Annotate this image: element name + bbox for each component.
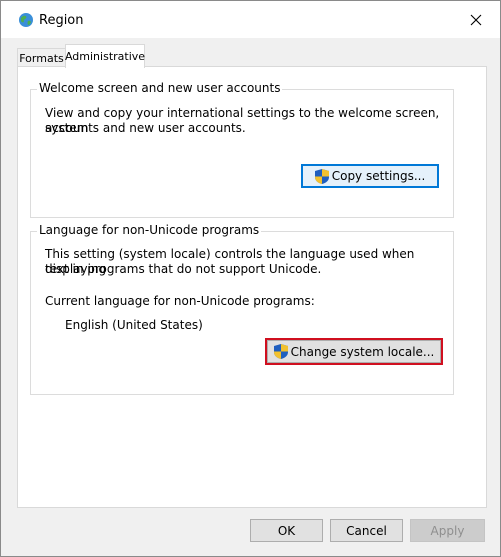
globe-icon: [18, 12, 34, 28]
copy-settings-button[interactable]: Copy settings...: [301, 164, 439, 188]
apply-button[interactable]: Apply: [410, 519, 485, 542]
administrative-panel: Welcome screen and new user accounts Vie…: [17, 66, 487, 508]
tab-formats[interactable]: Formats: [17, 48, 66, 67]
change-system-locale-label: Change system locale...: [290, 344, 435, 359]
welcome-group-title: Welcome screen and new user accounts: [37, 81, 283, 95]
close-button[interactable]: [453, 1, 499, 38]
non-unicode-group: Language for non-Unicode programs This s…: [30, 223, 454, 395]
copy-settings-label: Copy settings...: [331, 169, 426, 183]
title-bar: Region: [1, 1, 500, 38]
non-unicode-group-title: Language for non-Unicode programs: [37, 223, 262, 237]
current-language-value: English (United States): [65, 318, 203, 332]
uac-shield-icon: [314, 168, 329, 184]
welcome-description-line2: accounts and new user accounts.: [45, 121, 246, 135]
uac-shield-icon: [273, 344, 288, 359]
welcome-screen-group: Welcome screen and new user accounts Vie…: [30, 81, 454, 218]
tab-administrative[interactable]: Administrative: [65, 44, 145, 68]
change-system-locale-button[interactable]: Change system locale...: [267, 340, 441, 363]
window-title: Region: [39, 13, 84, 28]
region-dialog: Region Formats Administrative Welcome sc…: [0, 0, 501, 557]
cancel-button[interactable]: Cancel: [330, 519, 403, 542]
close-icon: [470, 14, 482, 25]
ok-button[interactable]: OK: [250, 519, 323, 542]
current-language-label: Current language for non-Unicode program…: [45, 294, 315, 308]
non-unicode-description-line2: text in programs that do not support Uni…: [45, 262, 322, 276]
